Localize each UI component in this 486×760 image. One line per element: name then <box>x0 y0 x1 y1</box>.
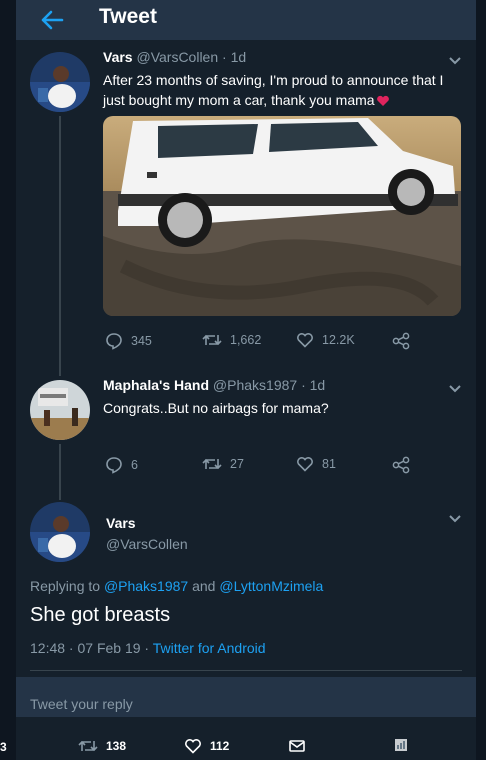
thread-line <box>59 444 61 500</box>
retweet-action-bottom[interactable]: 138 <box>78 738 126 754</box>
page-title: Tweet <box>99 5 157 28</box>
reply-action[interactable]: 345 <box>105 332 152 350</box>
reply-action[interactable]: 6 <box>105 456 138 474</box>
avatar[interactable] <box>30 380 90 440</box>
tweet-text: After 23 months of saving, I'm proud to … <box>103 70 443 110</box>
mention-link[interactable]: @Phaks1987 <box>104 578 188 594</box>
author-name[interactable]: Maphala's Hand <box>103 377 209 393</box>
retweet-action[interactable]: 27 <box>202 456 244 472</box>
retweet-count: 27 <box>230 457 244 471</box>
replying-prefix: Replying to <box>30 578 101 594</box>
timestamp[interactable]: 12:48 · 07 Feb 19 · <box>30 640 153 656</box>
replying-to: Replying to @Phaks1987 and @LyttonMzimel… <box>30 578 323 594</box>
reply-count-bottom[interactable]: 3 <box>0 740 7 754</box>
tweet-text-line: After 23 months of saving, I'm proud to … <box>103 72 444 88</box>
retweet-icon <box>202 334 222 346</box>
main-tweet-meta: 12:48 · 07 Feb 19 · Twitter for Android <box>30 640 266 656</box>
author-handle[interactable]: @Phaks1987 · 1d <box>213 377 325 393</box>
reply-count: 345 <box>131 334 152 348</box>
bottom-reply-count: 3 <box>0 740 7 754</box>
avatar-photo-vars <box>30 52 90 112</box>
reply-icon <box>106 333 122 350</box>
like-action[interactable]: 81 <box>296 456 336 472</box>
retweet-icon <box>78 740 98 752</box>
reply-composer[interactable]: Tweet your reply <box>16 677 476 717</box>
thread-line <box>59 116 61 376</box>
mention-link[interactable]: @LyttonMzimela <box>219 578 323 594</box>
mail-icon[interactable] <box>288 738 306 754</box>
like-icon <box>297 457 313 472</box>
tweet-text: Congrats..But no airbags for mama? <box>103 400 329 416</box>
source-link[interactable]: Twitter for Android <box>153 640 266 656</box>
main-tweet-author-name[interactable]: Vars <box>106 515 136 531</box>
header-bar: Tweet <box>16 0 476 40</box>
like-action-bottom[interactable]: 112 <box>184 738 229 754</box>
divider <box>30 670 462 671</box>
back-arrow-icon[interactable] <box>38 6 66 34</box>
share-icon[interactable] <box>392 332 410 350</box>
reply-count: 6 <box>131 458 138 472</box>
replying-and: and <box>192 578 216 594</box>
like-count: 81 <box>322 457 336 471</box>
tweet-author[interactable]: Maphala's Hand @Phaks1987 · 1d <box>103 377 325 393</box>
like-count: 12.2K <box>322 333 355 347</box>
analytics-icon[interactable] <box>394 738 408 752</box>
heart-icon <box>376 96 389 107</box>
bottom-action-bar: 3 138 112 <box>0 726 486 760</box>
share-icon[interactable] <box>392 456 410 474</box>
tweet-image[interactable] <box>103 116 461 316</box>
retweet-count: 138 <box>106 739 127 753</box>
chevron-down-icon[interactable] <box>448 514 462 524</box>
avatar[interactable] <box>30 502 90 562</box>
tweet-author[interactable]: Vars @VarsCollen · 1d <box>103 49 246 65</box>
main-tweet-text: She got breasts <box>30 604 171 626</box>
avatar-photo-maphala <box>30 380 90 440</box>
tweet-thread-panel: Tweet Vars @VarsCollen · 1d After 23 mon… <box>16 0 476 760</box>
avatar-photo-vars <box>30 502 90 562</box>
car-photo <box>103 116 461 316</box>
retweet-icon <box>202 458 222 470</box>
reply-input[interactable]: Tweet your reply <box>30 696 133 712</box>
retweet-count: 1,662 <box>230 333 262 347</box>
like-action[interactable]: 12.2K <box>296 332 355 348</box>
avatar[interactable] <box>30 52 90 112</box>
like-icon <box>185 739 201 754</box>
author-name[interactable]: Vars <box>103 49 133 65</box>
chevron-down-icon[interactable] <box>448 384 462 394</box>
like-icon <box>297 333 313 348</box>
author-handle[interactable]: @VarsCollen · 1d <box>136 49 246 65</box>
retweet-action[interactable]: 1,662 <box>202 332 261 348</box>
chevron-down-icon[interactable] <box>448 56 462 66</box>
like-count: 112 <box>210 739 230 753</box>
main-tweet-author-handle[interactable]: @VarsCollen <box>106 536 188 552</box>
reply-icon <box>106 457 122 474</box>
tweet-text-line: just bought my mom a car, thank you mama <box>103 92 375 108</box>
